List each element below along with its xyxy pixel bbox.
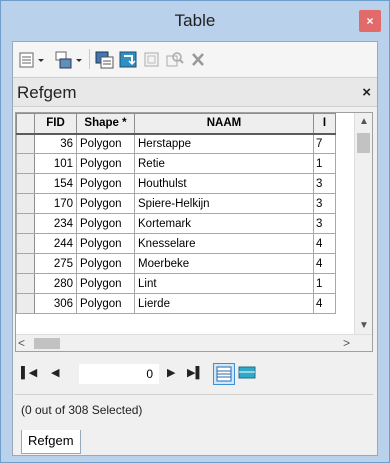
cell-shape[interactable]: Polygon (76, 253, 135, 274)
row-selector[interactable] (16, 273, 35, 294)
cell-next[interactable]: 4 (313, 253, 336, 274)
cell-naam[interactable]: Moerbeke (134, 253, 314, 274)
window-close-button[interactable]: × (359, 10, 381, 32)
vertical-scroll-thumb[interactable] (357, 133, 370, 153)
zoom-to-selected-icon[interactable] (165, 51, 185, 69)
row-selector[interactable] (16, 173, 35, 194)
delete-selected-icon[interactable] (189, 51, 209, 69)
cell-naam[interactable]: Houthulst (134, 173, 314, 194)
cell-naam[interactable]: Spiere-Helkijn (134, 193, 314, 214)
cell-naam[interactable]: Knesselare (134, 233, 314, 254)
table-row[interactable]: 234 Polygon Kortemark 3 (16, 213, 336, 234)
previous-record-icon[interactable]: ◀ (51, 366, 59, 379)
switch-selection-icon[interactable] (119, 51, 139, 69)
cell-shape[interactable]: Polygon (76, 273, 135, 294)
table-window: Table × Refgem × FID Shape * NAAM I 36 P… (0, 0, 390, 463)
cell-fid[interactable]: 36 (34, 133, 77, 154)
toolbar (13, 42, 377, 76)
row-selector[interactable] (16, 233, 35, 254)
cell-next[interactable]: 4 (313, 293, 336, 314)
table-row[interactable]: 275 Polygon Moerbeke 4 (16, 253, 336, 274)
table-row[interactable]: 280 Polygon Lint 1 (16, 273, 336, 294)
cell-naam[interactable]: Kortemark (134, 213, 314, 234)
cell-shape[interactable]: Polygon (76, 193, 135, 214)
cell-fid[interactable]: 275 (34, 253, 77, 274)
cell-naam[interactable]: Lint (134, 273, 314, 294)
cell-shape[interactable]: Polygon (76, 173, 135, 194)
show-all-records-icon[interactable] (213, 363, 235, 385)
column-header-fid[interactable]: FID (34, 113, 77, 135)
scroll-up-icon[interactable]: ▲ (355, 113, 372, 131)
table-row[interactable]: 306 Polygon Lierde 4 (16, 293, 336, 314)
selection-status: (0 out of 308 Selected) (21, 403, 143, 417)
column-header-shape[interactable]: Shape * (76, 113, 135, 135)
cell-naam[interactable]: Herstappe (134, 133, 314, 154)
horizontal-scrollbar[interactable]: < > (16, 334, 372, 351)
table-row[interactable]: 154 Polygon Houthulst 3 (16, 173, 336, 194)
cell-naam[interactable]: Retie (134, 153, 314, 174)
scroll-left-icon[interactable]: < (18, 335, 25, 351)
scroll-down-icon[interactable]: ▼ (355, 317, 372, 335)
cell-fid[interactable]: 154 (34, 173, 77, 194)
table-panel: Refgem × FID Shape * NAAM I 36 Polygon Her… (12, 41, 378, 456)
cell-naam[interactable]: Lierde (134, 293, 314, 314)
column-header-naam[interactable]: NAAM (134, 113, 314, 135)
clear-selection-icon[interactable] (143, 51, 163, 69)
cell-next[interactable]: 7 (313, 133, 336, 154)
row-selector[interactable] (16, 213, 35, 234)
cell-next[interactable]: 3 (313, 193, 336, 214)
window-title: Table (174, 11, 216, 30)
cell-fid[interactable]: 170 (34, 193, 77, 214)
header-row: FID Shape * NAAM I (16, 113, 336, 135)
table-tab-title: Refgem (17, 83, 77, 102)
attribute-grid: FID Shape * NAAM I 36 Polygon Herstappe 7 1… (15, 112, 373, 352)
related-tables-icon[interactable] (55, 51, 85, 69)
row-selector[interactable] (16, 253, 35, 274)
cell-next[interactable]: 4 (313, 233, 336, 254)
vertical-scrollbar[interactable]: ▲ ▼ (354, 113, 372, 335)
first-record-icon[interactable]: ▌◀ (21, 366, 37, 379)
cell-shape[interactable]: Polygon (76, 233, 135, 254)
horizontal-scroll-thumb[interactable] (34, 338, 60, 349)
cell-fid[interactable]: 280 (34, 273, 77, 294)
cell-shape[interactable]: Polygon (76, 213, 135, 234)
title-bar[interactable]: Table × (1, 1, 389, 41)
table-row[interactable]: 101 Polygon Retie 1 (16, 153, 336, 174)
row-selector[interactable] (16, 293, 35, 314)
table-tab-header: Refgem × (13, 77, 377, 107)
cell-fid[interactable]: 306 (34, 293, 77, 314)
row-selector[interactable] (16, 133, 35, 154)
record-navigator: ▌◀ ◀ 0 ▶ ▶▌ (15, 360, 373, 388)
cell-shape[interactable]: Polygon (76, 153, 135, 174)
cell-next[interactable]: 1 (313, 273, 336, 294)
cell-shape[interactable]: Polygon (76, 133, 135, 154)
show-selected-records-icon[interactable] (237, 363, 259, 385)
table-row[interactable]: 170 Polygon Spiere-Helkijn 3 (16, 193, 336, 214)
cell-fid[interactable]: 101 (34, 153, 77, 174)
cell-next[interactable]: 3 (313, 173, 336, 194)
row-selector[interactable] (16, 193, 35, 214)
row-selector-header[interactable] (16, 113, 35, 135)
table-row[interactable]: 36 Polygon Herstappe 7 (16, 133, 336, 154)
attribute-table: FID Shape * NAAM I 36 Polygon Herstappe 7 1… (16, 113, 336, 314)
cell-fid[interactable]: 244 (34, 233, 77, 254)
status-bar: (0 out of 308 Selected) (15, 394, 373, 424)
tab-close-button[interactable]: × (362, 84, 371, 101)
tab-refgem[interactable]: Refgem (21, 430, 81, 454)
current-record-input[interactable]: 0 (79, 364, 159, 384)
cell-next[interactable]: 1 (313, 153, 336, 174)
last-record-icon[interactable]: ▶▌ (187, 366, 203, 379)
select-by-attributes-icon[interactable] (95, 51, 115, 69)
cell-next[interactable]: 3 (313, 213, 336, 234)
cell-fid[interactable]: 234 (34, 213, 77, 234)
column-header-next[interactable]: I (313, 113, 336, 135)
toolbar-separator (89, 49, 90, 69)
next-record-icon[interactable]: ▶ (167, 366, 175, 379)
scroll-right-icon[interactable]: > (343, 335, 350, 351)
table-row[interactable]: 244 Polygon Knesselare 4 (16, 233, 336, 254)
row-selector[interactable] (16, 153, 35, 174)
cell-shape[interactable]: Polygon (76, 293, 135, 314)
table-options-icon[interactable] (19, 51, 47, 69)
